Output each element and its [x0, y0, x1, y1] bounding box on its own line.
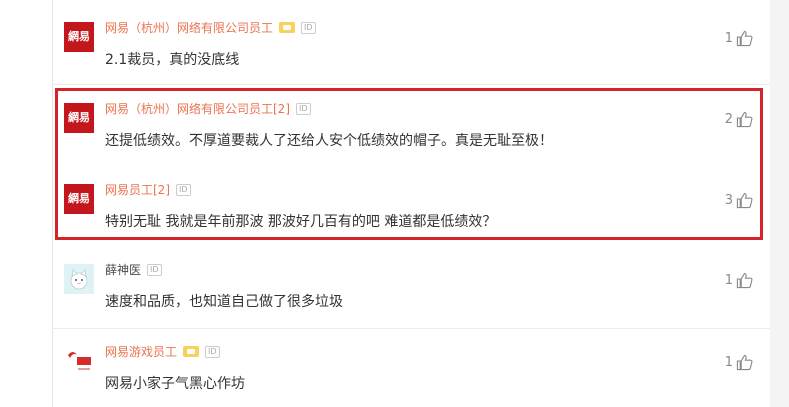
divider	[52, 328, 770, 329]
comment-author: 网易（杭州）网络有限公司员工[2] ID	[105, 100, 311, 117]
thumbs-up-icon	[736, 192, 753, 209]
comment-text: 2.1裁员，真的没底线	[105, 52, 240, 68]
like-button[interactable]: 3	[725, 192, 753, 209]
like-count: 3	[724, 193, 733, 208]
thumbs-up-icon	[736, 354, 753, 371]
comment-author: 网易（杭州）网络有限公司员工 ID	[105, 19, 316, 36]
thumbs-up-icon	[736, 272, 753, 289]
id-badge: ID	[176, 183, 191, 196]
vip-badge-icon	[183, 346, 200, 357]
cat-avatar-icon	[64, 264, 94, 294]
id-badge: ID	[301, 21, 316, 34]
netease-games-logo-icon	[64, 346, 94, 376]
thumbs-up-icon	[736, 111, 753, 128]
avatar-label: 網易	[68, 192, 90, 205]
page-gutter	[770, 0, 789, 407]
like-count: 2	[724, 112, 733, 127]
avatar-netease[interactable]: 網易	[64, 22, 94, 52]
avatar-netease-games[interactable]	[64, 346, 94, 376]
avatar-label: 網易	[68, 30, 90, 43]
comment-author: 网易游戏员工 ID	[105, 343, 220, 360]
comment-text: 特别无耻 我就是年前那波 那波好几百有的吧 难道都是低绩效？	[105, 214, 497, 230]
avatar-netease[interactable]: 網易	[64, 184, 94, 214]
like-count: 1	[724, 31, 733, 46]
avatar-netease[interactable]: 網易	[64, 103, 94, 133]
author-name[interactable]: 网易（杭州）网络有限公司员工	[105, 19, 273, 36]
author-name[interactable]: 网易游戏员工	[105, 343, 177, 360]
like-button[interactable]: 1	[725, 272, 753, 289]
like-button[interactable]: 2	[725, 111, 753, 128]
author-name[interactable]: 网易（杭州）网络有限公司员工[2]	[105, 100, 290, 117]
comment-text: 还提低绩效。不厚道要裁人了还给人安个低绩效的帽子。真是无耻至极！	[105, 133, 553, 149]
like-button[interactable]: 1	[725, 354, 753, 371]
like-count: 1	[724, 273, 733, 288]
divider	[52, 84, 770, 85]
like-count: 1	[724, 355, 733, 370]
comment-author: 网易员工[2] ID	[105, 181, 191, 198]
author-name[interactable]: 网易员工[2]	[105, 181, 170, 198]
author-name[interactable]: 薛神医	[105, 261, 141, 278]
avatar-label: 網易	[68, 111, 90, 124]
id-badge: ID	[296, 102, 311, 115]
comment-author: 薛神医 ID	[105, 261, 162, 278]
id-badge: ID	[205, 345, 220, 358]
comment-text: 速度和品质，也知道自己做了很多垃圾	[105, 294, 343, 310]
comment-text: 网易小家子气黑心作坊	[105, 376, 245, 392]
id-badge: ID	[147, 263, 162, 276]
like-button[interactable]: 1	[725, 30, 753, 47]
thumbs-up-icon	[736, 30, 753, 47]
avatar-cat[interactable]	[64, 264, 94, 294]
vip-badge-icon	[279, 22, 296, 33]
